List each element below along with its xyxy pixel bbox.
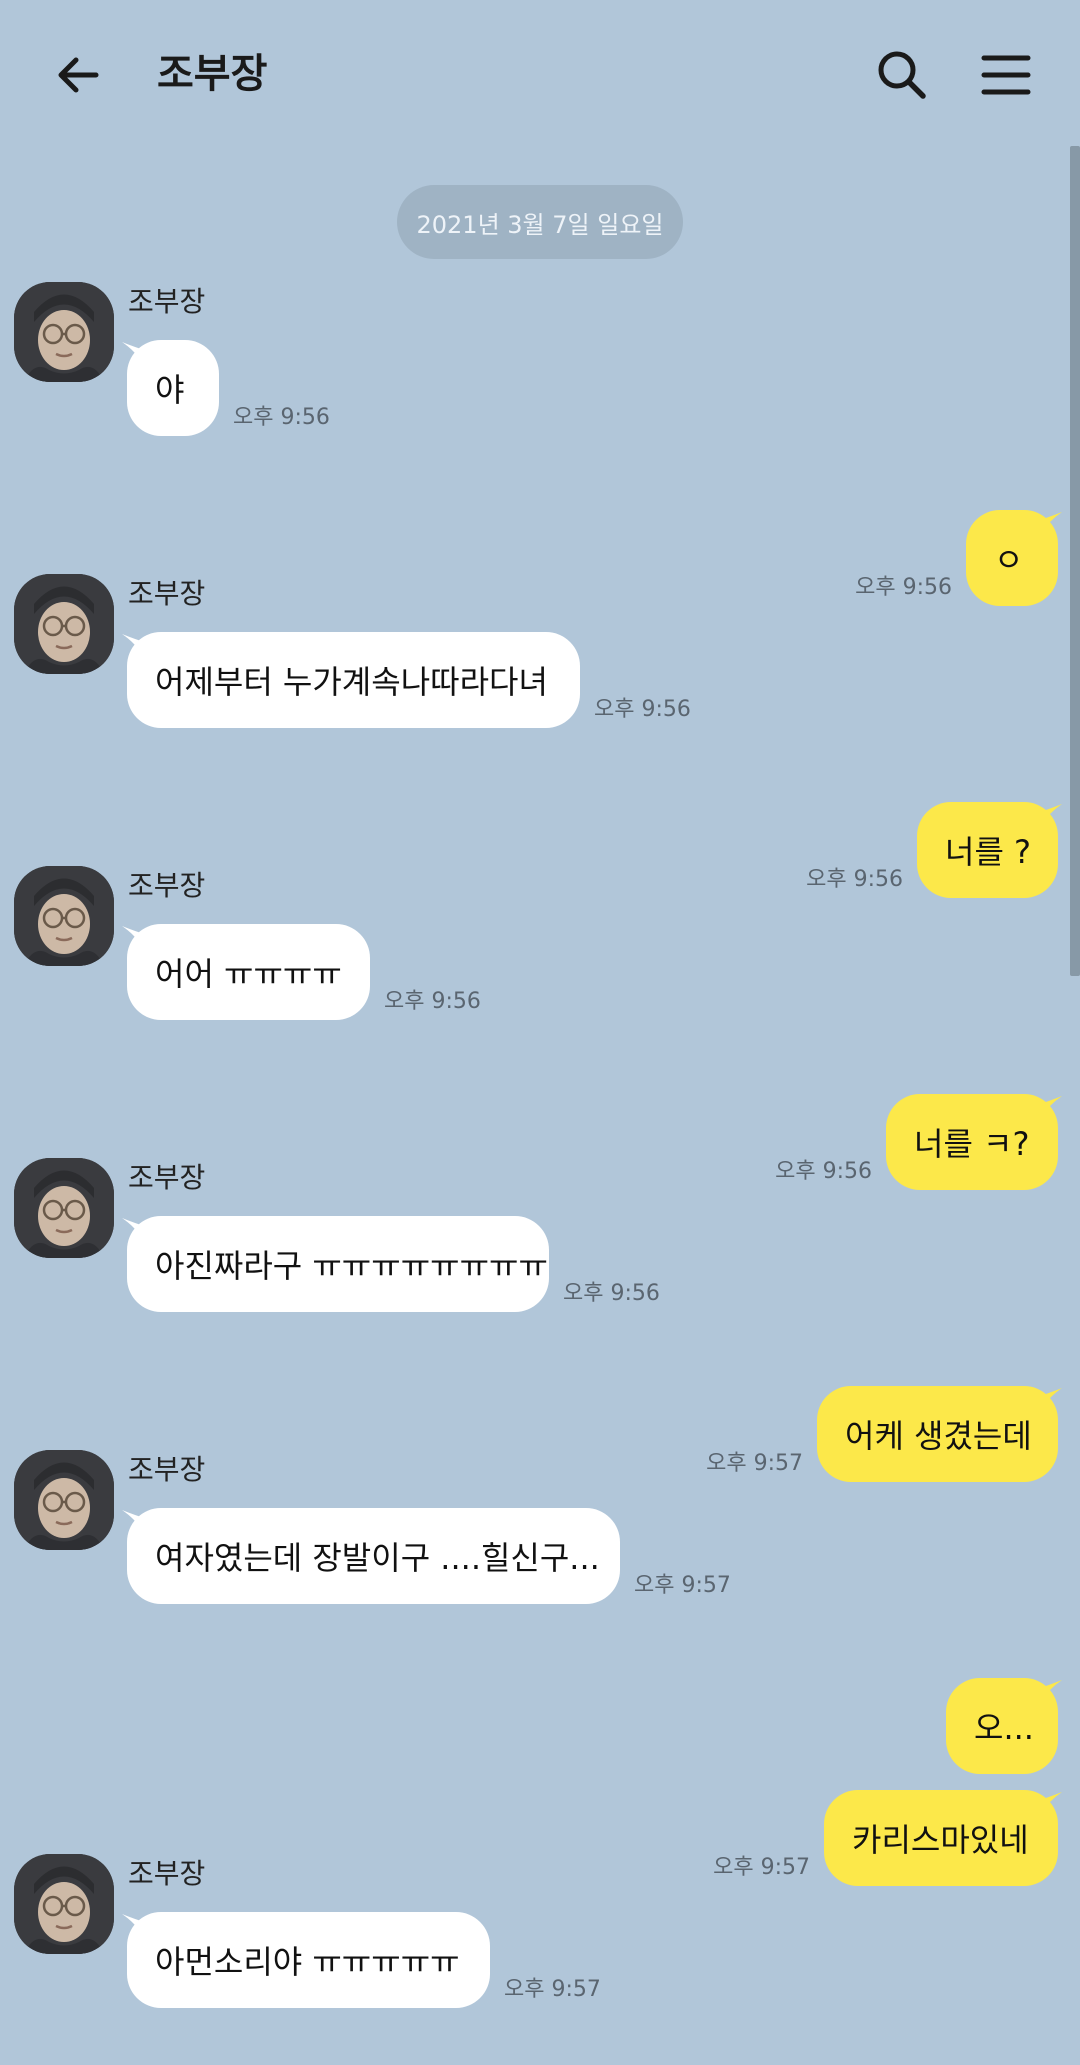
message-time: 오후 9:56 [384, 989, 481, 1014]
search-icon [878, 51, 926, 99]
sender-name: 조부장 [128, 577, 206, 610]
message-bubble-outgoing[interactable]: 오... [946, 1678, 1058, 1774]
sender-name: 조부장 [128, 1453, 206, 1486]
message-time: 오후 9:56 [806, 867, 903, 892]
hamburger-menu-icon [981, 55, 1031, 95]
date-divider: 2021년 3월 7일 일요일 [397, 185, 683, 259]
menu-button[interactable] [968, 40, 1044, 110]
message-time: 오후 9:57 [634, 1573, 731, 1598]
message-bubble-incoming[interactable]: 아먼소리야 ㅠㅠㅠㅠㅠ [127, 1912, 490, 2008]
message-time: 오후 9:56 [855, 575, 952, 600]
message-bubble-outgoing[interactable]: 어케 생겼는데 [817, 1386, 1058, 1482]
message-bubble-incoming[interactable]: 어제부터 누가계속나따라다녀 [127, 632, 580, 728]
message-time: 오후 9:57 [504, 1977, 601, 2002]
scrollbar[interactable] [1070, 146, 1080, 976]
avatar[interactable] [14, 1450, 114, 1550]
message-bubble-outgoing[interactable]: ㅇ [966, 510, 1058, 606]
message-time: 오후 9:56 [233, 405, 330, 430]
message-bubble-outgoing[interactable]: 너를 ? [917, 802, 1058, 898]
sender-name: 조부장 [128, 1857, 206, 1890]
message-bubble-outgoing[interactable]: 너를 ㅋ? [886, 1094, 1058, 1190]
search-button[interactable] [864, 40, 940, 110]
message-time: 오후 9:57 [706, 1451, 803, 1476]
back-button[interactable] [40, 40, 116, 110]
avatar[interactable] [14, 574, 114, 674]
message-time: 오후 9:57 [713, 1855, 810, 1880]
back-arrow-icon [58, 57, 99, 93]
sender-name: 조부장 [128, 869, 206, 902]
avatar[interactable] [14, 866, 114, 966]
message-bubble-incoming[interactable]: 야 [127, 340, 219, 436]
avatar[interactable] [14, 1158, 114, 1258]
chat-title: 조부장 [157, 51, 268, 97]
avatar[interactable] [14, 282, 114, 382]
message-time: 오후 9:56 [594, 697, 691, 722]
message-time: 오후 9:56 [563, 1281, 660, 1306]
message-bubble-incoming[interactable]: 여자였는데 장발이구 ....힐신구... [127, 1508, 620, 1604]
sender-name: 조부장 [128, 285, 206, 318]
message-bubble-incoming[interactable]: 어어 ㅠㅠㅠㅠ [127, 924, 370, 1020]
message-bubble-outgoing[interactable]: 카리스마있네 [824, 1790, 1058, 1886]
sender-name: 조부장 [128, 1161, 206, 1194]
message-bubble-incoming[interactable]: 아진짜라구 ㅠㅠㅠㅠㅠㅠㅠㅠ [127, 1216, 549, 1312]
chat-header: 조부장 [0, 0, 1080, 146]
message-time: 오후 9:56 [775, 1159, 872, 1184]
avatar[interactable] [14, 1854, 114, 1954]
